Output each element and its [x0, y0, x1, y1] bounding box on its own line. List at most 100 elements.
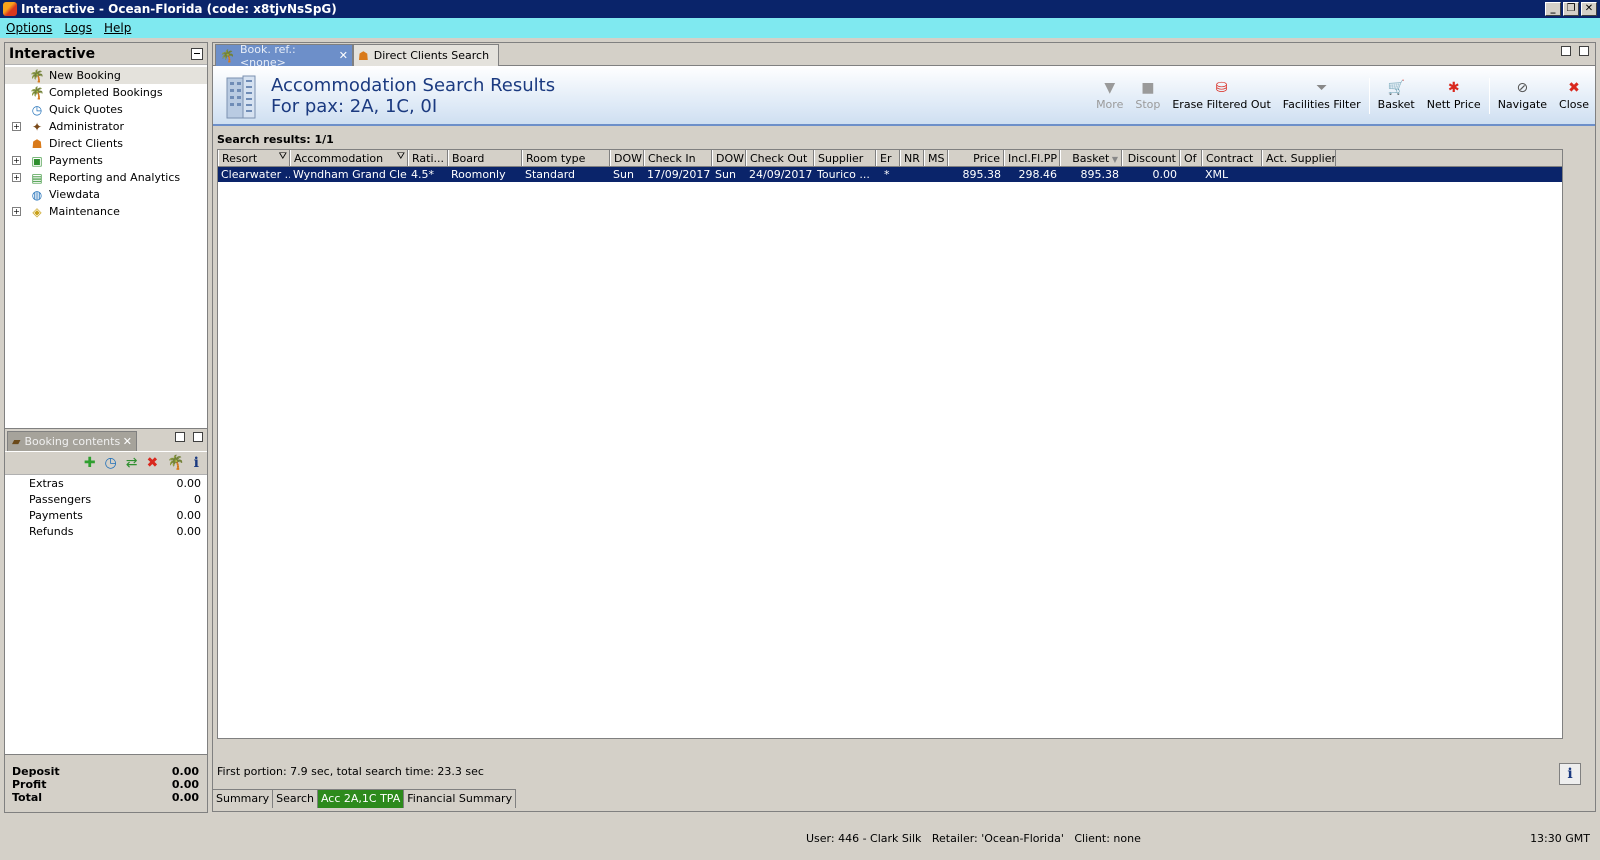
nav-item-label: Payments: [49, 154, 103, 167]
filter-icon[interactable]: ⛛: [397, 151, 405, 162]
column-header-rating[interactable]: Rati...: [408, 150, 448, 166]
column-header-price[interactable]: Price: [948, 150, 1004, 166]
list-item: Passengers 0: [29, 493, 201, 506]
nett-price-button[interactable]: ✱ Nett Price: [1421, 78, 1487, 111]
column-header-dow-in[interactable]: DOW: [610, 150, 644, 166]
clock-icon: ◷: [31, 102, 43, 117]
navigate-button[interactable]: ⊘ Navigate: [1492, 78, 1553, 111]
list-item: Refunds 0.00: [29, 525, 201, 538]
table-row[interactable]: Clearwater ... Wyndham Grand Cle... 4.5*…: [218, 167, 1562, 182]
restore-button[interactable]: ❐: [1563, 2, 1579, 16]
booking-contents-tab-label: Booking contents: [24, 435, 121, 448]
erase-filtered-out-button[interactable]: ⛁ Erase Filtered Out: [1166, 78, 1276, 111]
column-header-of[interactable]: Of: [1180, 150, 1202, 166]
nav-item-new-booking[interactable]: 🌴 New Booking: [5, 67, 207, 84]
column-header-ms[interactable]: MS: [924, 150, 948, 166]
expand-icon[interactable]: +: [12, 207, 21, 216]
nav-item-label: Administrator: [49, 120, 124, 133]
transfer-icon[interactable]: ⇄: [126, 455, 138, 471]
column-header-nr[interactable]: NR: [900, 150, 924, 166]
filter-icon: ⏷: [1316, 80, 1328, 96]
minimize-button[interactable]: [175, 432, 185, 442]
menu-help[interactable]: Help: [98, 21, 137, 35]
table-cell: [900, 167, 924, 182]
results-header: Accommodation Search Results For pax: 2A…: [213, 66, 1595, 126]
menu-bar: Options Logs Help: [0, 18, 1600, 38]
toolbar-divider: [1488, 78, 1490, 114]
booking-contents-tabbar: ▰ Booking contents ✕: [5, 429, 207, 451]
column-header-basket[interactable]: Basket ▼: [1060, 150, 1122, 166]
stop-button[interactable]: ■ Stop: [1129, 78, 1166, 111]
nav-item-quick-quotes[interactable]: ◷ Quick Quotes: [5, 101, 207, 118]
expand-icon[interactable]: +: [12, 122, 21, 131]
column-header-accommodation[interactable]: Accommodation ⛛: [290, 150, 408, 166]
nav-item-completed-bookings[interactable]: 🌴 Completed Bookings: [5, 84, 207, 101]
basket-button[interactable]: 🛒 Basket: [1372, 78, 1421, 111]
close-window-button[interactable]: ✕: [1581, 2, 1597, 16]
column-header-check-in[interactable]: Check In: [644, 150, 712, 166]
expand-icon[interactable]: +: [12, 156, 21, 165]
profit-row: Profit 0.00: [12, 778, 199, 791]
table-cell: Wyndham Grand Cle...: [293, 168, 408, 181]
column-header-supplier[interactable]: Supplier: [814, 150, 876, 166]
column-header-discount[interactable]: Discount: [1122, 150, 1180, 166]
window-title: Interactive - Ocean-Florida (code: x8tjv…: [21, 2, 337, 16]
close-icon[interactable]: ✕: [123, 435, 132, 448]
collapse-button[interactable]: [191, 47, 203, 60]
basket-icon: 🛒: [1387, 80, 1405, 96]
menu-logs[interactable]: Logs: [58, 21, 98, 35]
column-header-check-out[interactable]: Check Out: [746, 150, 814, 166]
delete-icon[interactable]: ✖: [147, 455, 159, 471]
expand-icon[interactable]: +: [12, 173, 21, 182]
menu-options[interactable]: Options: [0, 21, 58, 35]
results-table[interactable]: Resort ⛛ Accommodation ⛛ Rati... Board Roo…: [217, 149, 1563, 739]
tab-search[interactable]: Search: [273, 790, 318, 808]
table-cell: Clearwater ...: [221, 168, 290, 181]
close-icon: ✖: [1568, 80, 1580, 96]
minimize-button[interactable]: [1561, 46, 1571, 56]
nav-item-direct-clients[interactable]: ☗ Direct Clients: [5, 135, 207, 152]
list-item: Extras 0.00: [29, 477, 201, 490]
minimize-button[interactable]: _: [1545, 2, 1561, 16]
client-icon: ☗: [31, 136, 43, 151]
column-header-board[interactable]: Board: [448, 150, 522, 166]
window-controls: _ ❐ ✕: [1545, 2, 1597, 16]
tab-accommodation[interactable]: Acc 2A,1C TPA: [317, 790, 405, 808]
column-header-incl-fl-pp[interactable]: Incl.Fl.PP: [1004, 150, 1060, 166]
booking-contents-tab[interactable]: ▰ Booking contents ✕: [7, 431, 137, 451]
clock-icon[interactable]: ◷: [105, 455, 117, 471]
nav-item-maintenance[interactable]: + ◈ Maintenance: [5, 203, 207, 220]
column-header-contract[interactable]: Contract: [1202, 150, 1262, 166]
tab-direct-clients-search[interactable]: ☗ Direct Clients Search: [353, 44, 499, 66]
window-titlebar: Interactive - Ocean-Florida (code: x8tjv…: [0, 0, 1600, 18]
column-header-act-supplier[interactable]: Act. Supplier: [1262, 150, 1336, 166]
page-subtitle: For pax: 2A, 1C, 0I: [271, 96, 438, 117]
filter-icon[interactable]: ⛛: [279, 151, 287, 162]
column-header-dow-out[interactable]: DOW: [712, 150, 746, 166]
table-cell: XML: [1205, 168, 1229, 181]
column-header-room-type[interactable]: Room type: [522, 150, 610, 166]
maximize-button[interactable]: [193, 432, 203, 442]
deposit-row: Deposit 0.00: [12, 765, 199, 778]
close-icon[interactable]: ✕: [339, 49, 348, 62]
nav-item-viewdata[interactable]: ◍ Viewdata: [5, 186, 207, 203]
nav-item-reporting[interactable]: + ▤ Reporting and Analytics: [5, 169, 207, 186]
tab-booking[interactable]: 🌴 Book. ref.: <none> ✕: [215, 43, 353, 69]
nav-item-label: Direct Clients: [49, 137, 124, 150]
tab-summary[interactable]: Summary: [213, 790, 274, 808]
nav-item-administrator[interactable]: + ✦ Administrator: [5, 118, 207, 135]
add-icon[interactable]: ✚: [84, 455, 96, 471]
chevron-down-icon: ▼: [1104, 80, 1116, 96]
nav-item-payments[interactable]: + ▣ Payments: [5, 152, 207, 169]
maximize-button[interactable]: [1579, 46, 1589, 56]
column-header-er[interactable]: Er: [876, 150, 900, 166]
palm-tree-icon[interactable]: 🌴: [167, 455, 184, 471]
info-button[interactable]: i: [1559, 763, 1581, 785]
tab-financial-summary[interactable]: Financial Summary: [404, 790, 517, 808]
more-button[interactable]: ▼ More: [1090, 78, 1129, 111]
info-icon[interactable]: i: [194, 455, 199, 471]
close-button[interactable]: ✖ Close: [1553, 78, 1595, 111]
facilities-filter-button[interactable]: ⏷ Facilities Filter: [1277, 78, 1367, 111]
column-header-resort[interactable]: Resort ⛛: [218, 150, 290, 166]
nav-item-label: New Booking: [49, 69, 121, 82]
